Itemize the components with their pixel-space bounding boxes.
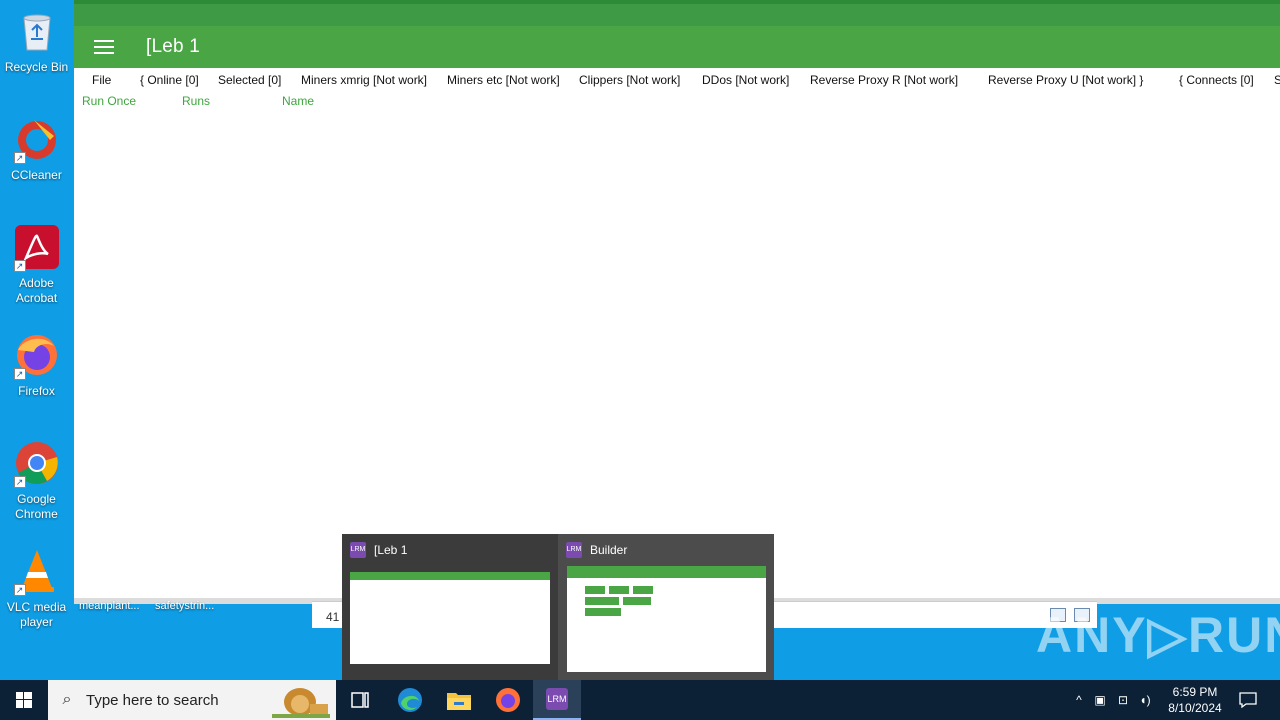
- thumbnail-title: [Leb 1: [374, 543, 408, 557]
- menu-item-ddos[interactable]: DDos [Not work]: [702, 73, 789, 87]
- windows-logo-icon: [16, 692, 32, 708]
- desktop-icon-label: VLC media player: [6, 600, 67, 629]
- column-header-run-once[interactable]: Run Once: [82, 94, 136, 108]
- search-icon: ⌕: [62, 691, 72, 708]
- thumbnail-preview: [350, 572, 550, 664]
- task-view-button[interactable]: [336, 680, 384, 720]
- menu-item-connects[interactable]: { Connects [0]: [1179, 73, 1254, 87]
- desktop-icon-ccleaner[interactable]: ↗ CCleaner: [0, 116, 73, 183]
- taskbar-lrm-app[interactable]: LRM: [533, 680, 581, 720]
- lion-illustration-icon: [272, 688, 330, 718]
- desktop-icon-label: Recycle Bin: [4, 60, 69, 74]
- chrome-icon: ↗: [13, 440, 60, 488]
- menu-item-selected[interactable]: Selected [0]: [218, 73, 281, 87]
- vlc-icon: ↗: [13, 548, 60, 596]
- hamburger-menu-icon[interactable]: [94, 36, 114, 58]
- taskbar-edge[interactable]: [386, 680, 434, 720]
- menu-item-file[interactable]: File: [92, 73, 111, 87]
- menu-item-overflow[interactable]: S: [1274, 73, 1280, 87]
- menu-item-online[interactable]: { Online [0]: [140, 73, 199, 87]
- taskbar-firefox[interactable]: [484, 680, 532, 720]
- chevron-up-icon[interactable]: ^: [1070, 693, 1088, 707]
- taskbar-search-box[interactable]: ⌕ Type here to search: [48, 680, 336, 720]
- list-column-headers: Run Once Runs Name: [74, 92, 1280, 112]
- meet-now-icon[interactable]: ▣: [1088, 693, 1112, 707]
- desktop-icon-label: CCleaner: [11, 168, 62, 182]
- thumbnail-builder[interactable]: LRM Builder: [558, 534, 774, 680]
- menu-item-clippers[interactable]: Clippers [Not work]: [579, 73, 680, 87]
- taskbar-clock[interactable]: 6:59 PM 8/10/2024: [1160, 684, 1230, 716]
- menu-item-reverse-proxy-u[interactable]: Reverse Proxy U [Not work] }: [988, 73, 1143, 87]
- column-header-runs[interactable]: Runs: [182, 94, 210, 108]
- shortcut-arrow-icon: ↗: [13, 476, 26, 488]
- anyrun-watermark: ANY▷RUN: [1036, 607, 1280, 663]
- desktop-file-label[interactable]: safetystrin...: [155, 600, 214, 612]
- app-icon: LRM: [566, 542, 582, 558]
- volume-icon[interactable]: ◖): [1134, 693, 1156, 707]
- firefox-icon: ↗: [13, 332, 60, 380]
- desktop-icon-google-chrome[interactable]: ↗ Google Chrome: [0, 440, 73, 522]
- thumbnail-preview: [567, 566, 766, 672]
- menu-item-miners-xmrig[interactable]: Miners xmrig [Not work]: [301, 73, 427, 87]
- recycle-bin-icon: [14, 8, 60, 54]
- shortcut-arrow-icon: ↗: [13, 260, 26, 272]
- thumbnail-leb[interactable]: LRM [Leb 1: [342, 534, 558, 680]
- network-icon[interactable]: ⊡: [1112, 693, 1134, 707]
- window-title-strip: [74, 4, 1280, 26]
- column-header-name[interactable]: Name: [282, 94, 314, 108]
- search-placeholder: Type here to search: [86, 691, 219, 709]
- firefox-icon: [496, 688, 520, 712]
- desktop-icon-recycle-bin[interactable]: Recycle Bin: [0, 8, 73, 75]
- menu-bar: File { Online [0] Selected [0] Miners xm…: [74, 68, 1280, 92]
- start-button[interactable]: [0, 680, 48, 720]
- task-view-icon: [351, 692, 369, 708]
- desktop-icon-label: Google Chrome: [15, 492, 58, 521]
- clock-date: 8/10/2024: [1168, 701, 1222, 715]
- shortcut-arrow-icon: ↗: [13, 368, 26, 380]
- system-tray: ^ ▣ ⊡ ◖): [1070, 680, 1156, 720]
- edge-icon: [398, 688, 422, 712]
- desktop-icon-adobe-acrobat[interactable]: ↗ Adobe Acrobat: [0, 224, 73, 306]
- shortcut-arrow-icon: ↗: [13, 152, 26, 164]
- clock-time: 6:59 PM: [1172, 685, 1218, 699]
- notifications-button[interactable]: [1226, 680, 1270, 720]
- shortcut-arrow-icon: ↗: [13, 584, 26, 596]
- desktop-icon-firefox[interactable]: ↗ Firefox: [0, 332, 73, 399]
- menu-item-miners-etc[interactable]: Miners etc [Not work]: [447, 73, 560, 87]
- ccleaner-icon: ↗: [13, 116, 60, 164]
- app-window: [Leb 1 File { Online [0] Selected [0] Mi…: [74, 0, 1280, 598]
- folder-icon: [447, 693, 471, 710]
- taskbar: ⌕ Type here to search LRM ^ ▣ ⊡ ◖) 6:59 …: [0, 680, 1280, 720]
- desktop-icon-label: Firefox: [18, 384, 55, 398]
- app-header: [Leb 1: [74, 26, 1280, 68]
- taskbar-thumbnail-popup: LRM [Leb 1 LRM Builder: [342, 534, 774, 680]
- app-title: [Leb 1: [146, 36, 201, 57]
- taskbar-file-explorer[interactable]: [435, 680, 483, 720]
- desktop-icon-vlc[interactable]: ↗ VLC media player: [0, 548, 73, 630]
- acrobat-icon: ↗: [13, 224, 60, 272]
- app-icon: LRM: [350, 542, 366, 558]
- notification-icon: [1239, 692, 1257, 708]
- menu-item-reverse-proxy-r[interactable]: Reverse Proxy R [Not work]: [810, 73, 958, 87]
- lrm-app-icon: LRM: [546, 688, 568, 710]
- thumbnail-title: Builder: [590, 543, 628, 557]
- desktop-file-label[interactable]: meanplant...: [79, 600, 140, 612]
- desktop-icon-label: Adobe Acrobat: [15, 276, 58, 305]
